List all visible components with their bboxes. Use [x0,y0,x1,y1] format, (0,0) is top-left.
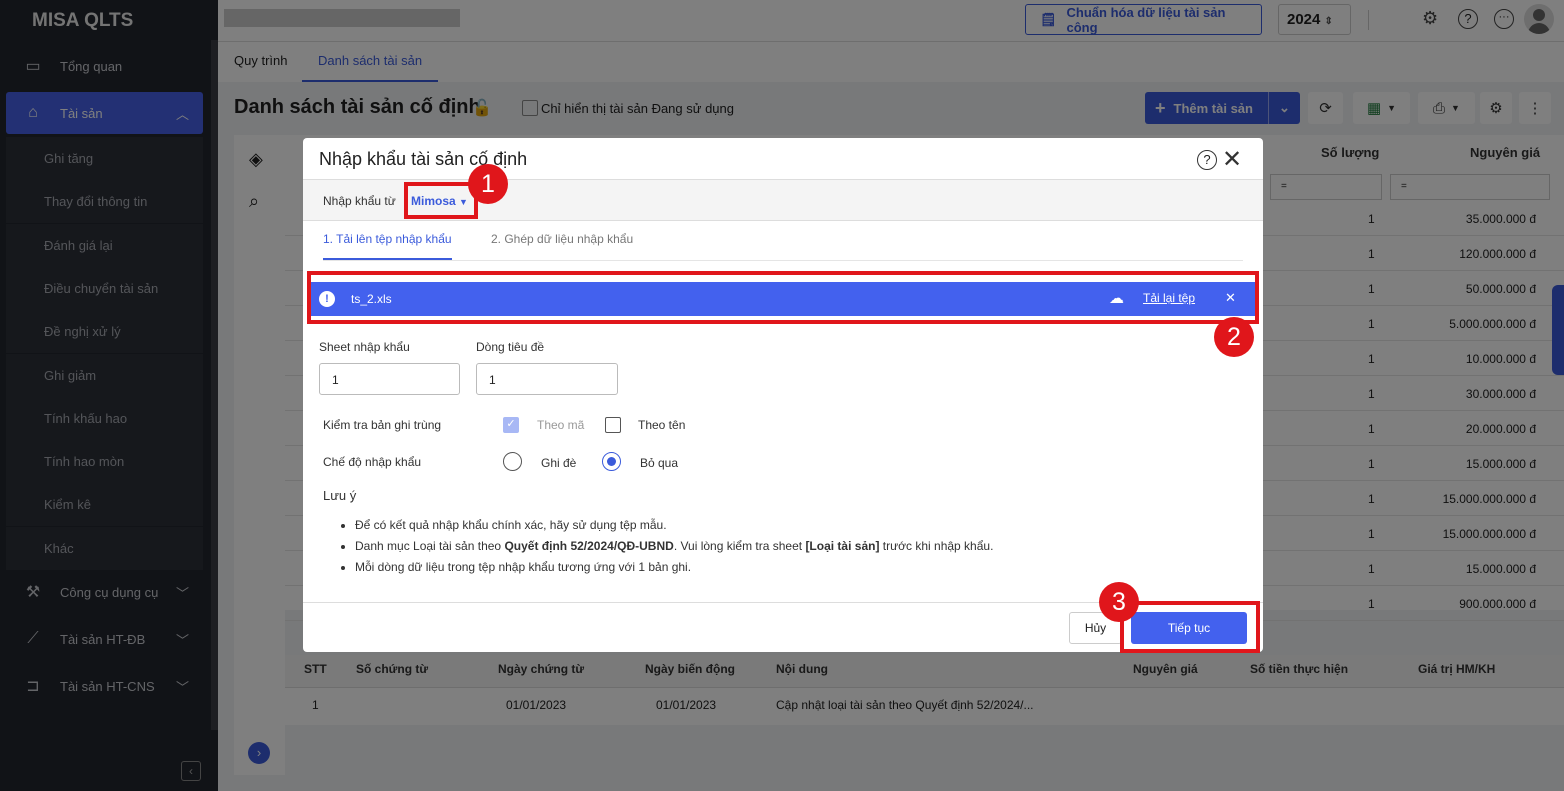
step-map[interactable]: 2. Ghép dữ liệu nhập khẩu [491,232,633,246]
annotation-badge: 1 [468,164,508,204]
note-item: Để có kết quả nhập khẩu chính xác, hãy s… [355,515,993,536]
skip-radio[interactable] [602,452,621,471]
step-upload[interactable]: 1. Tải lên tệp nhập khẩu [323,232,452,260]
highlight-file [307,271,1259,324]
note-title: Lưu ý [323,488,357,503]
note-item: Mỗi dòng dữ liệu trong tệp nhập khẩu tươ… [355,557,993,578]
help-icon[interactable]: ? [1197,150,1217,170]
sheet-label: Sheet nhập khẩu [319,340,410,354]
by-code-label: Theo mã [537,418,585,432]
close-icon[interactable]: ✕ [1222,145,1242,174]
highlight-source [404,182,478,219]
by-name-label: Theo tên [638,418,686,432]
overwrite-radio[interactable] [503,452,522,471]
note-item: Danh mục Loại tài sản theo Quyết định 52… [355,536,993,557]
source-label: Nhập khẩu từ [323,194,396,208]
annotation-badge: 2 [1214,317,1254,357]
header-row-label: Dòng tiêu đề [476,340,545,354]
sheet-input[interactable]: 1 [319,363,460,395]
import-mode-label: Chế độ nhập khẩu [323,455,422,469]
header-row-input[interactable]: 1 [476,363,618,395]
notes-list: Để có kết quả nhập khẩu chính xác, hãy s… [355,515,993,578]
skip-label: Bỏ qua [640,456,679,470]
annotation-badge: 3 [1099,582,1139,622]
highlight-continue [1120,601,1260,653]
by-name-checkbox[interactable] [605,417,621,433]
by-code-checkbox[interactable]: ✓ [503,417,519,433]
overwrite-label: Ghi đè [541,456,577,470]
duplicate-check-label: Kiểm tra bản ghi trùng [323,418,442,432]
